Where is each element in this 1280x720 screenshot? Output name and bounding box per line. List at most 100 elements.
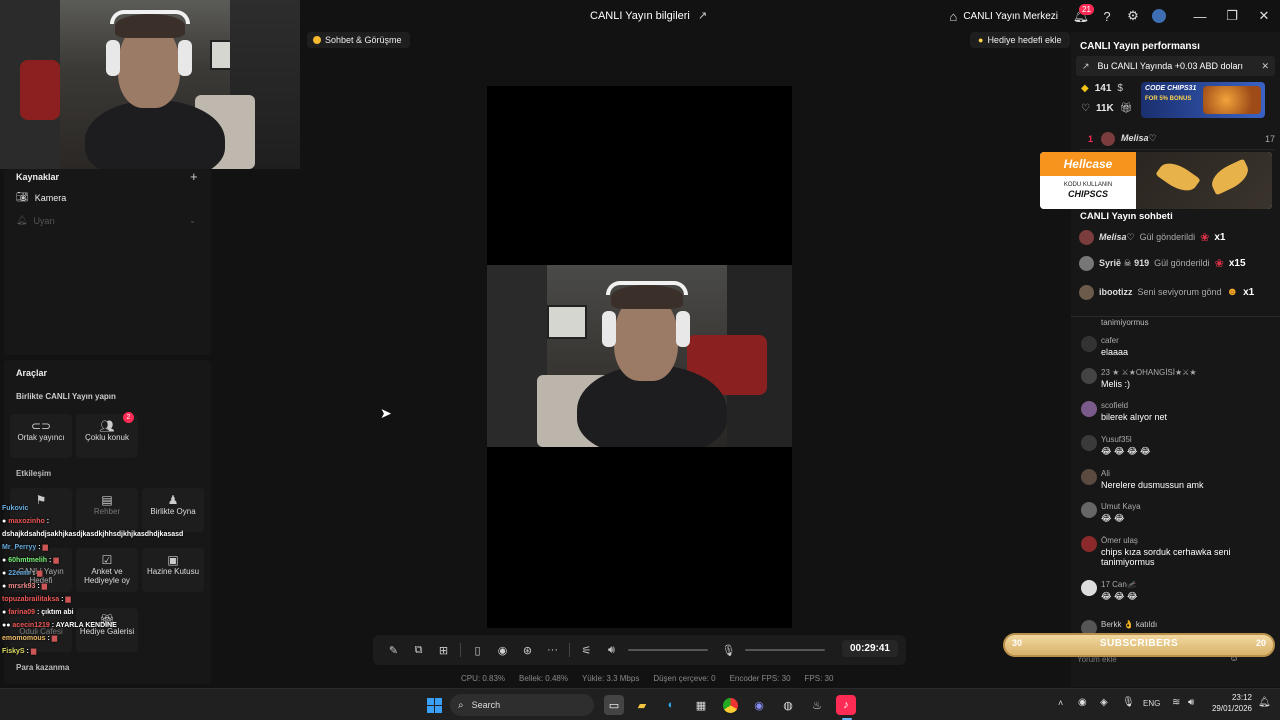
volume-slider[interactable] xyxy=(628,649,708,651)
add-gift-goal-button[interactable]: ● Hediye hedefi ekle xyxy=(970,32,1070,48)
close-button[interactable]: ✕ xyxy=(1248,0,1280,32)
chat-text: tanimiyormus xyxy=(1101,318,1149,327)
hellcase-ad[interactable]: Hellcase KODU KULLANIN CHIPSCS xyxy=(1040,152,1272,209)
language-indicator[interactable]: ENG xyxy=(1143,699,1160,708)
earnings-text: Bu CANLI Yayında +0.03 ABD doları xyxy=(1097,61,1244,71)
source-alert[interactable]: 🔔︎ Uyarı ⌄ xyxy=(16,215,196,226)
obs-icon[interactable]: ◍ xyxy=(778,695,798,715)
chat-overlay: Fukovic ● maxozinho : dshajkdsahdjsakhjk… xyxy=(2,502,192,658)
encoder-fps-stat: Encoder FPS: 30 xyxy=(729,674,791,683)
camera-switch-icon[interactable]: ⊛ xyxy=(515,635,540,665)
likes-value: 11K xyxy=(1095,103,1114,114)
chat-user: Umut Kaya xyxy=(1101,502,1141,511)
cpu-stat: CPU: 0.83% xyxy=(461,674,506,683)
top-gifter-row[interactable]: 1 Melisa♡ 17 xyxy=(1080,128,1275,150)
tray-discord-icon[interactable]: ◉ xyxy=(1078,697,1087,708)
mic-slider[interactable] xyxy=(745,649,825,651)
avatar[interactable] xyxy=(1146,0,1172,32)
share-icon[interactable]: ↗ xyxy=(698,9,707,22)
task-view-icon[interactable]: ▭ xyxy=(604,695,624,715)
heart-face-icon: ☻ xyxy=(1226,286,1239,298)
tray-app-icon[interactable]: ◈ xyxy=(1100,697,1108,708)
taskbar-search[interactable]: ⌕ Search xyxy=(450,694,594,716)
store-icon[interactable]: ▦ xyxy=(691,695,711,715)
chat-message: Yusuf35l 😂 😂 😂 😂 xyxy=(1079,435,1274,457)
knife-image xyxy=(1136,152,1272,209)
microphone-icon[interactable]: 🎙︎ xyxy=(716,635,741,665)
chevron-down-icon[interactable]: ⌄ xyxy=(189,216,196,225)
stream-stats: CPU: 0.83% Bellek: 0.48% Yükle: 3.3 Mbps… xyxy=(461,674,833,683)
file-explorer-icon[interactable]: ▰ xyxy=(632,695,652,715)
gift-message: ibootizz Seni seviyorum gönd ☻ x1 xyxy=(1079,282,1274,302)
dropped-frames-stat: Düşen çerçeve: 0 xyxy=(653,674,716,683)
home-icon[interactable]: ⌂ xyxy=(943,0,963,32)
live-center-link[interactable]: CANLI Yayın Merkezi xyxy=(963,11,1058,22)
chat-message: Berkk 👌 katıldı xyxy=(1079,620,1274,636)
avatar xyxy=(1081,580,1097,596)
chat-bubble-icon xyxy=(313,36,321,44)
help-icon[interactable]: ? xyxy=(1094,0,1120,32)
portrait-icon[interactable]: ▯ xyxy=(465,635,490,665)
chat-user: Ömer ulaş xyxy=(1101,536,1138,545)
close-icon[interactable]: ✕ xyxy=(1261,61,1269,72)
button-label: Sohbet & Görüşme xyxy=(325,35,402,45)
clock[interactable]: 23:12 29/01/2026 xyxy=(1206,693,1252,713)
ad-code: CODE CHIPS31 xyxy=(1145,85,1197,92)
link-icon: ⊂⊃ xyxy=(30,419,52,433)
sources-panel: Kaynaklar + 📷︎ Kamera 🔔︎ Uyarı ⌄ xyxy=(4,169,211,355)
wifi-icon[interactable]: ≋ xyxy=(1172,697,1180,708)
record-icon[interactable]: ◉ xyxy=(490,635,515,665)
volume-icon[interactable]: 🔊︎ xyxy=(599,635,624,665)
chrome-icon[interactable] xyxy=(720,695,740,715)
steam-icon[interactable]: ♨ xyxy=(807,695,827,715)
gift-message: Melisa♡ Gül gönderildi ❀ x1 xyxy=(1079,227,1274,247)
scene-icon[interactable]: ⧉ xyxy=(406,635,431,665)
tiktok-live-icon[interactable]: ♪ xyxy=(836,695,856,715)
chat-text: 😂 😂 😂 😂 xyxy=(1101,446,1151,456)
minimize-button[interactable]: — xyxy=(1184,0,1216,32)
source-camera[interactable]: 📷︎ Kamera xyxy=(16,192,66,203)
subs-right: 20 xyxy=(1255,638,1266,648)
microphone-icon[interactable]: 🎙︎ xyxy=(1122,697,1135,708)
bell-icon[interactable]: 🔔︎ 21 xyxy=(1068,0,1094,32)
hellcase-logo: Hellcase xyxy=(1040,152,1136,176)
gear-icon[interactable]: ⚙ xyxy=(1120,0,1146,32)
settings-sliders-icon[interactable]: ⚟ xyxy=(574,635,599,665)
avatar xyxy=(1101,131,1116,146)
cohost-button[interactable]: ⊂⊃ Ortak yayıncı xyxy=(10,414,72,458)
notification-bell-icon[interactable]: 🔔︎ xyxy=(1258,697,1271,708)
interaction-title: Etkileşim xyxy=(16,469,52,478)
edge-icon[interactable]: ◐ xyxy=(661,695,681,715)
chat-call-button[interactable]: Sohbet & Görüşme xyxy=(307,32,410,48)
chips-ad-banner[interactable]: CODE CHIPS31 FOR 5% BONUS xyxy=(1141,82,1265,118)
speaker-icon[interactable]: 🔊︎ xyxy=(1188,697,1194,708)
windows-start-icon[interactable] xyxy=(424,695,444,715)
more-icon[interactable]: ··· xyxy=(540,635,565,665)
chevron-up-icon[interactable]: ˄ xyxy=(1058,698,1063,708)
gift-count: x15 xyxy=(1228,257,1246,269)
chat-user: 23 ★ ⚔★OHANGİSİ★⚔★ xyxy=(1101,368,1197,377)
chat-text: 😂 😂 xyxy=(1101,513,1125,523)
chat-line: ● 60hmtmelih : ▆ xyxy=(2,557,59,564)
chat-line: ● mrsrk93 : ▆ xyxy=(2,583,48,590)
chat-user: Ali xyxy=(1101,469,1110,478)
chat-line: ● farina09 : çıktım abi xyxy=(2,609,74,616)
maximize-button[interactable]: ❐ xyxy=(1216,0,1248,32)
camera-icon: 📷︎ xyxy=(16,192,29,203)
discord-icon[interactable]: ◉ xyxy=(749,695,769,715)
multi-guest-button[interactable]: 👥︎ Çoklu konuk 2 xyxy=(76,412,138,458)
gifter-name: Melisa♡ xyxy=(1121,133,1157,143)
code-label: KODU KULLANIN xyxy=(1063,182,1113,188)
chat-text: bilerek alıyor net xyxy=(1101,412,1168,422)
add-source-icon[interactable]: + xyxy=(190,169,198,184)
live-info-title[interactable]: CANLI Yayın bilgileri ↗ xyxy=(590,9,707,23)
magic-wand-icon[interactable]: ✎ xyxy=(381,635,406,665)
avatar xyxy=(1081,536,1097,552)
live-preview xyxy=(487,86,792,628)
gift-user: ibootizz xyxy=(1099,287,1133,297)
diamonds-value: 141 xyxy=(1094,83,1112,94)
lightbulb-icon: ● xyxy=(978,35,984,45)
layout-icon[interactable]: ⊞ xyxy=(431,635,456,665)
avatar xyxy=(1079,284,1094,300)
notification-badge: 21 xyxy=(1079,4,1094,15)
